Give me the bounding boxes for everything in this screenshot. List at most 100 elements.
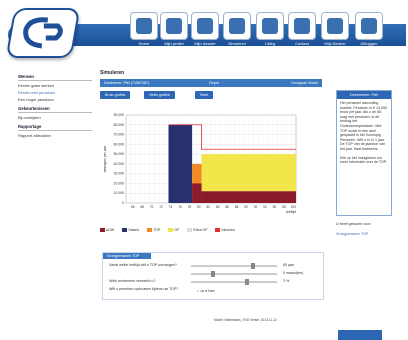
accrual-label: Wilt u pensioen opbouwen tijdens uw TOP? [109,287,179,291]
choice-title: U heeft gekozen voor: [336,222,372,226]
x-tick-label: 92 [254,205,258,209]
depot-link[interactable]: Depot [209,81,219,85]
left-menu-item[interactable]: Rapport afdrukken [18,133,92,138]
legend-item: Inkomen [215,228,235,233]
logout-icon [355,12,383,40]
nav-item-simuleren[interactable]: Simuleren [221,12,253,46]
left-menu-item[interactable]: Eerder met pensioen [18,90,92,95]
nav-item-contact[interactable]: Contact [286,12,318,46]
chart-legend: AOW Salaris TOP OP Extra OP Inkomen [100,228,235,233]
y-tick-label: 70.000 [114,133,124,137]
left-menu-item[interactable]: Bij overlijden [18,115,92,120]
return-slider[interactable] [191,279,277,285]
choice-link[interactable]: Vroegpensioen TOP [336,232,392,236]
x-tick-label: 74 [169,205,173,209]
x-tick-label: 86 [225,205,229,209]
legend-swatch [187,228,193,233]
pension-chart: 90.000 80.000 70.000 60.000 50.000 40.000 30.0… [103,113,297,214]
vroegpensioen-panel: Vroegpensioen TOP Vanaf welke leeftijd w… [102,252,324,300]
info-sidebar: Deelnemen: Piet Het pensioen aanvulling … [336,90,392,236]
x-tick-label: 78 [188,205,192,209]
top-age-label: Vanaf welke leeftijd wilt u TOP ontvange… [109,263,177,267]
x-tick-label: 94 [263,205,267,209]
accrual-radio[interactable]: ○ Ja ● Nee [197,289,215,293]
y-tick-label: 50.000 [114,152,124,156]
bruto-graph-button[interactable]: Bruto grafiek [100,91,131,99]
age-value: 65 jaar [283,263,294,267]
y-tick-label: 10.000 [114,191,124,195]
return-slider-knob[interactable] [245,279,249,285]
nav-item-home[interactable]: Home [128,12,160,46]
mail-icon [288,12,316,40]
left-section-title: Rapportage [18,124,92,131]
gear-icon [321,12,349,40]
y-tick-label: 30.000 [114,172,124,176]
logo[interactable] [5,8,81,58]
left-menu-item[interactable]: Een hoger pensioen [18,97,92,102]
page-title: Simuleren [100,70,125,76]
nav-item-uitleg[interactable]: Uitleg [254,12,286,46]
table-button[interactable]: Tabel [194,91,214,99]
y-tick-label: 20.000 [114,181,124,185]
month-value: 0 maand(en) [283,271,304,275]
left-section-title: Gebeurtenissen [18,106,92,113]
x-tick-label: 80 [197,205,201,209]
legend-swatch [215,228,221,233]
x-tick-label: 82 [207,205,211,209]
x-tick-label: 88 [235,205,239,209]
legend-item: TOP [147,228,160,233]
legend-item: Salaris [122,228,139,233]
y-tick-label: 90.000 [114,113,124,117]
x-tick-label: 84 [216,205,220,209]
x-tick-label: 70 [150,205,154,209]
legend-item: Extra OP [187,228,207,233]
x-tick-label: 100 [291,205,297,209]
x-tick-label: 76 [178,205,182,209]
netto-graph-button[interactable]: Netto grafiek [144,91,175,99]
nav-item-wijk-beheer[interactable]: Wijk Beheer [319,12,351,46]
month-slider[interactable] [191,271,277,277]
legend-item: AOW [100,228,114,233]
info-title: Deelnemen: Piet [337,91,391,99]
x-tick-label: 68 [140,205,144,209]
left-menu-item[interactable]: Eerder gaan werken [18,83,92,88]
legend-swatch [122,228,128,233]
participant-bar: Deelnemer: Piet (71567287) Depot Doorgaa… [100,79,322,87]
model-link[interactable]: Doorgaan Model [291,81,318,85]
x-tick-label: 98 [282,205,286,209]
dossier-icon [191,12,219,40]
x-tick-label: 72 [159,205,163,209]
x-tick-label: 96 [273,205,277,209]
return-label: Welk rendement verwacht u? [109,279,156,283]
x-axis-label: leeftijd [286,210,296,214]
info-text-2: Klik op het Vraagteken om meer informati… [340,155,387,165]
profile-icon [160,12,188,40]
month-slider-knob[interactable] [211,271,215,277]
series-salaris-area [168,124,193,203]
left-section-title: Wensen [18,74,92,81]
age-slider[interactable] [191,263,277,269]
home-icon [130,12,158,40]
legend-swatch [147,228,153,233]
legend-item: OP [168,228,179,233]
y-axis-label: bedragen per jaar [103,145,107,173]
x-tick-label: 66 [131,205,135,209]
series-op-area [201,154,296,192]
nav-item-uitloggen[interactable]: Uitloggen [353,12,385,46]
y-tick-label: 80.000 [114,123,124,127]
return-value: 3 % [283,279,290,283]
y-tick-label: 40.000 [114,162,124,166]
nav-item-mijn-profiel[interactable]: Mijn profiel [158,12,190,46]
y-tick-label: 0 [122,201,124,205]
participant-label: Deelnemer: Piet (71567287) [104,81,150,85]
legend-swatch [100,228,105,233]
panel-title: Vroegpensioen TOP [103,253,151,259]
bottom-button[interactable] [338,330,382,340]
main-content: Simuleren Deelnemer: Piet (71567287) Dep… [100,70,322,99]
model-footer: Model: Nederlands_TNO Versie: 2013-11-12 [214,318,277,322]
nav-item-mijn-dossier[interactable]: Mijn dossier [189,12,221,46]
chart-icon [223,12,251,40]
left-menu: Wensen Eerder gaan werken Eerder met pensi… [18,70,92,138]
age-slider-knob[interactable] [251,263,255,269]
legend-swatch [168,228,174,233]
